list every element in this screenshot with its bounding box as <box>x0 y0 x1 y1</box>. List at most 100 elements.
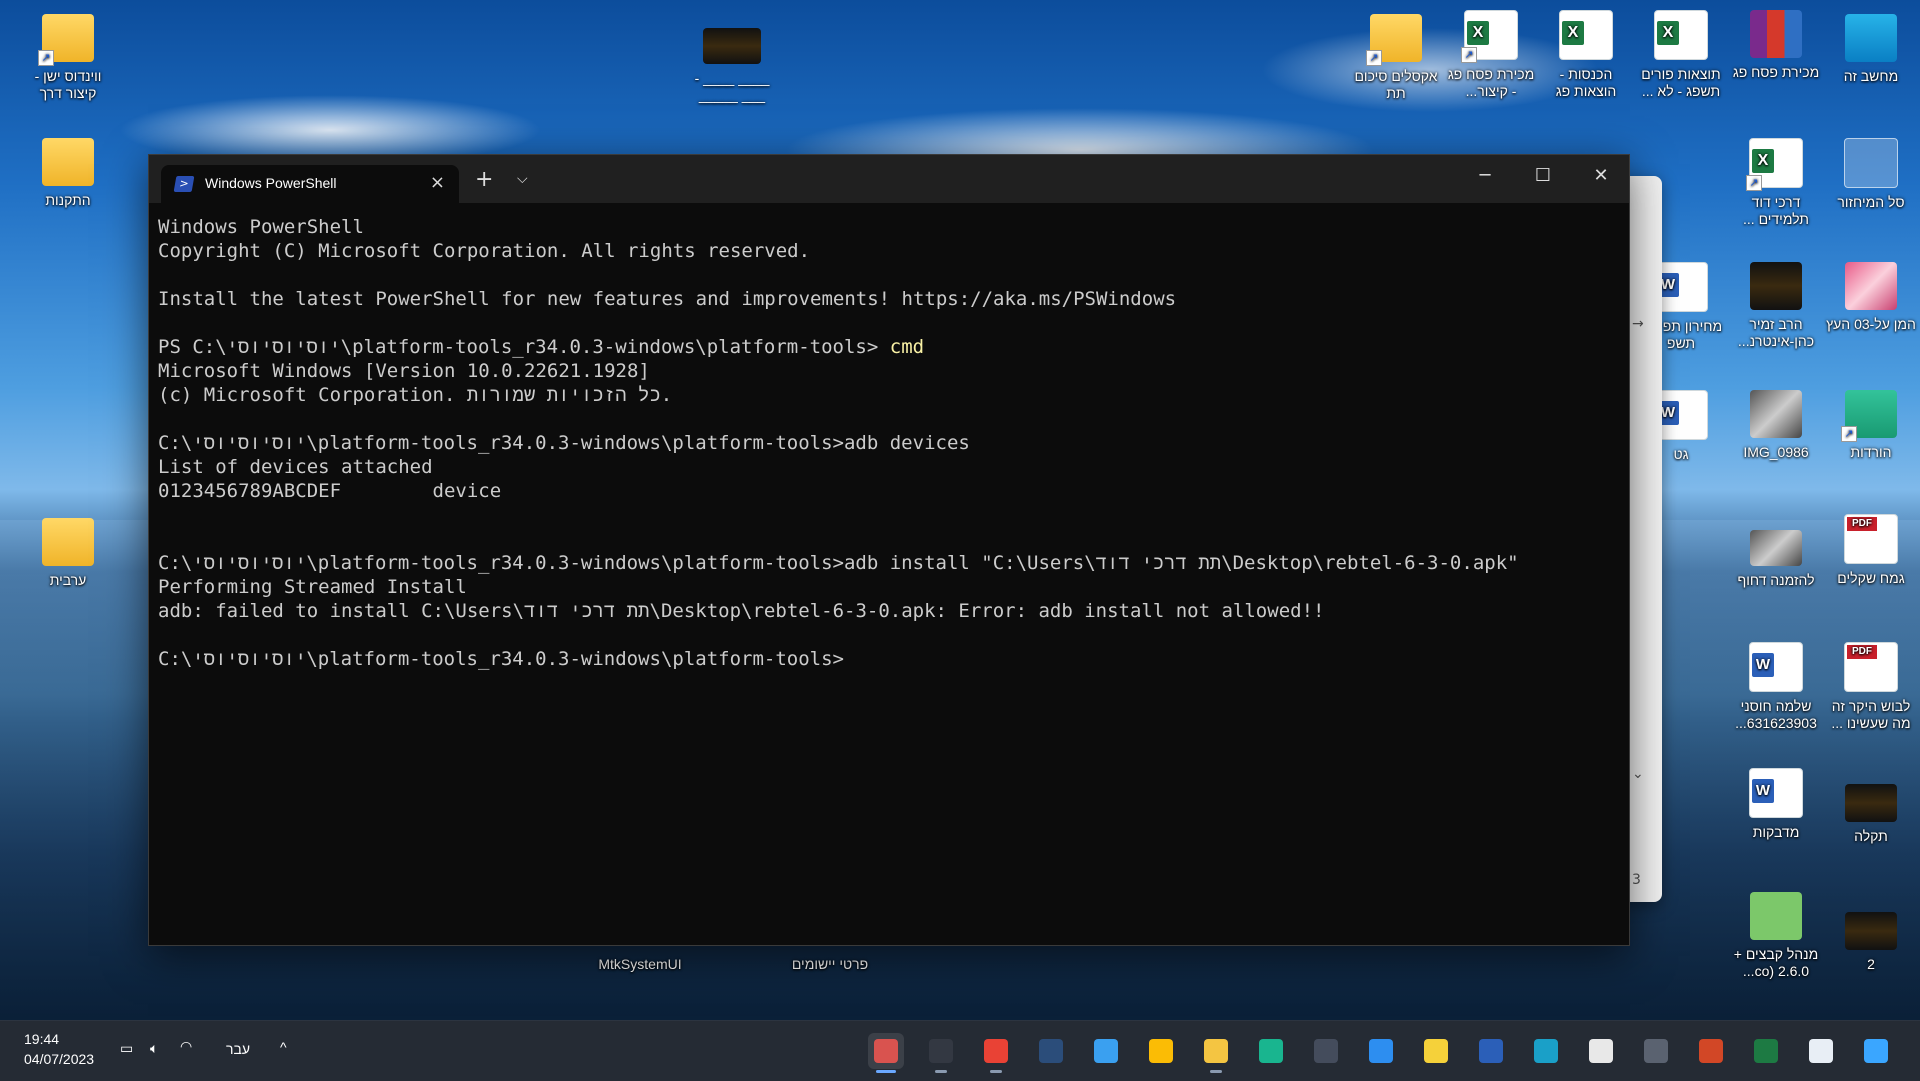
snipping-tool-icon[interactable] <box>868 1033 904 1073</box>
console-text: (c) Microsoft Corporation. כל הזכויות שמ… <box>158 384 673 406</box>
desktop-icon[interactable]: סל המיחזור <box>1825 138 1917 211</box>
folder-icon <box>42 138 94 186</box>
video-icon <box>1750 262 1802 310</box>
chevron-down-icon[interactable]: ⌄ <box>1632 766 1644 782</box>
windows-start-icon[interactable] <box>1858 1033 1894 1069</box>
app-icon[interactable] <box>1033 1033 1069 1069</box>
desktop-icon[interactable]: תוצאות פורים תשפג - לא ... <box>1635 10 1727 100</box>
running-indicator <box>876 1070 896 1073</box>
taskbar-glyph <box>1094 1039 1118 1063</box>
terminal-window[interactable]: > Windows PowerShell × + ⌵ ─ ☐ ✕ Windows… <box>148 154 1630 946</box>
desktop-icon[interactable]: הורדות <box>1825 390 1917 461</box>
console-line: C:\יוסיוסיוסי\platform-tools_r34.0.3-win… <box>158 647 1619 671</box>
taskbar-glyph <box>1369 1039 1393 1063</box>
desktop-icon[interactable]: מנהל קבצים + 2.6.0 (co... <box>1730 892 1822 980</box>
folder-icon <box>1366 14 1422 66</box>
desktop-icon[interactable]: MtkSystemUI <box>590 956 690 973</box>
desktop-icon[interactable]: להזמנה דחוף <box>1730 530 1822 589</box>
console-line: C:\יוסיוסיוסי\platform-tools_r34.0.3-win… <box>158 551 1619 575</box>
console-output[interactable]: Windows PowerShell Copyright (C) Microsof… <box>158 215 1619 945</box>
desktop-icon[interactable]: ערבית <box>22 518 114 589</box>
desktop-icon[interactable]: הכנסות - הוצאות פג <box>1540 10 1632 100</box>
console-text: C:\יוסיוסיוסי\platform-tools_r34.0.3-win… <box>158 552 1519 574</box>
close-tab-icon[interactable]: × <box>430 172 445 193</box>
desktop-icon[interactable]: הרב זמיר כהן-אינטרנ... <box>1730 262 1822 350</box>
chrome-profile-icon[interactable] <box>978 1033 1014 1073</box>
clock-time[interactable]: 19:44 <box>24 1031 59 1047</box>
desktop-icon[interactable]: מדבקות <box>1730 768 1822 841</box>
clock-date[interactable]: 04/07/2023 <box>24 1051 94 1067</box>
app-l-icon[interactable] <box>1363 1033 1399 1069</box>
console-text: 0123456789ABCDEF device <box>158 480 502 502</box>
desktop-icon[interactable]: אקסלים סיכום תת <box>1350 14 1442 102</box>
excel-icon[interactable] <box>1748 1033 1784 1069</box>
edge-icon[interactable] <box>1528 1033 1564 1069</box>
excel-icon <box>1461 10 1518 63</box>
store-icon[interactable] <box>1803 1033 1839 1069</box>
archive-icon <box>1750 10 1802 58</box>
desktop-icon[interactable]: ווינדוס ישן - קיצור דרך <box>22 14 114 102</box>
taskbar-glyph <box>1424 1039 1448 1063</box>
close-button[interactable]: ✕ <box>1581 165 1621 186</box>
console-line: 0123456789ABCDEF device <box>158 479 1619 503</box>
davinci-icon[interactable] <box>1308 1033 1344 1069</box>
battery-icon[interactable]: ▭ <box>120 1040 133 1057</box>
wifi-icon[interactable]: ◠ <box>180 1038 192 1055</box>
notepad-icon[interactable] <box>1088 1033 1124 1069</box>
new-tab-button[interactable]: + <box>475 169 493 191</box>
show-hidden-icons-button[interactable]: ^ <box>280 1039 287 1055</box>
android-icon <box>1750 892 1802 940</box>
console-line: adb: failed to install C:\Users\תת דרכי … <box>158 599 1619 623</box>
desktop-icon[interactable]: מכירת פסח פג <box>1730 10 1822 81</box>
taskbar-glyph <box>1259 1039 1283 1063</box>
calculator-icon[interactable] <box>1638 1033 1674 1069</box>
minimize-button[interactable]: ─ <box>1465 165 1505 186</box>
acrobat-icon[interactable] <box>1583 1033 1619 1069</box>
console-line: (c) Microsoft Corporation. כל הזכויות שמ… <box>158 383 1619 407</box>
tab-powershell[interactable]: > Windows PowerShell × <box>161 165 459 203</box>
word-icon[interactable] <box>1473 1033 1509 1069</box>
taskbar-glyph <box>1589 1039 1613 1063</box>
taskbar-glyph <box>1754 1039 1778 1063</box>
excel-icon <box>1559 10 1613 60</box>
console-text: C:\יוסיוסיוסי\platform-tools_r34.0.3-win… <box>158 432 970 454</box>
taskbar-glyph <box>1039 1039 1063 1063</box>
word-icon <box>1749 642 1803 692</box>
console-text: Copyright (C) Microsoft Corporation. All… <box>158 240 811 262</box>
desktop-icon[interactable]: גמח שקלים <box>1825 514 1917 587</box>
volume-icon[interactable]: 🔈︎ <box>150 1040 158 1057</box>
file-explorer-icon[interactable] <box>1198 1033 1234 1073</box>
maximize-button[interactable]: ☐ <box>1523 165 1563 186</box>
chrome-icon[interactable] <box>1143 1033 1179 1069</box>
taskbar: 19:44 04/07/2023 ▭ 🔈︎ ◠ עבר ^ <box>0 1020 1920 1081</box>
desktop-icon[interactable]: המן על-03 העץ <box>1825 262 1917 333</box>
desktop-icon[interactable]: ____ ____ - ___ _____ <box>686 28 778 104</box>
console-line: List of devices attached <box>158 455 1619 479</box>
tab-title: Windows PowerShell <box>205 175 337 191</box>
forward-arrow-icon[interactable]: → <box>1632 316 1644 332</box>
app-icon[interactable] <box>1253 1033 1289 1069</box>
desktop-icon[interactable]: תקלה <box>1825 784 1917 845</box>
console-text: adb: failed to install C:\Users\תת דרכי … <box>158 600 1325 622</box>
powerpoint-icon[interactable] <box>1693 1033 1729 1069</box>
desktop-icon[interactable]: מחשב זה <box>1825 14 1917 85</box>
title-bar[interactable]: > Windows PowerShell × + ⌵ ─ ☐ ✕ <box>149 155 1629 203</box>
desktop-icon[interactable]: IMG_0986 <box>1730 390 1822 461</box>
desktop-icon[interactable]: שלמה חוסני 631623903... <box>1730 642 1822 732</box>
taskbar-glyph <box>1809 1039 1833 1063</box>
desktop-icon[interactable]: לבוש היקר זה מה שעשינו ... <box>1825 642 1917 732</box>
terminal-icon[interactable] <box>923 1033 959 1073</box>
desktop-icon[interactable]: פרטי יישומים <box>780 956 880 973</box>
taskbar-glyph <box>1479 1039 1503 1063</box>
desktop-icon[interactable]: מכירת פסח פג - קיצור... <box>1445 10 1537 100</box>
image-icon <box>703 28 761 64</box>
desktop-icon[interactable]: 2 <box>1825 912 1917 973</box>
chevron-down-icon[interactable]: ⌵ <box>517 171 528 187</box>
desktop-icon[interactable]: דרכי דוד תלמידים ... <box>1730 138 1822 228</box>
desktop-icon[interactable]: התקנות <box>22 138 114 209</box>
sticky-notes-icon[interactable] <box>1418 1033 1454 1069</box>
word-icon <box>1654 262 1708 312</box>
language-indicator[interactable]: עבר <box>226 1041 250 1057</box>
